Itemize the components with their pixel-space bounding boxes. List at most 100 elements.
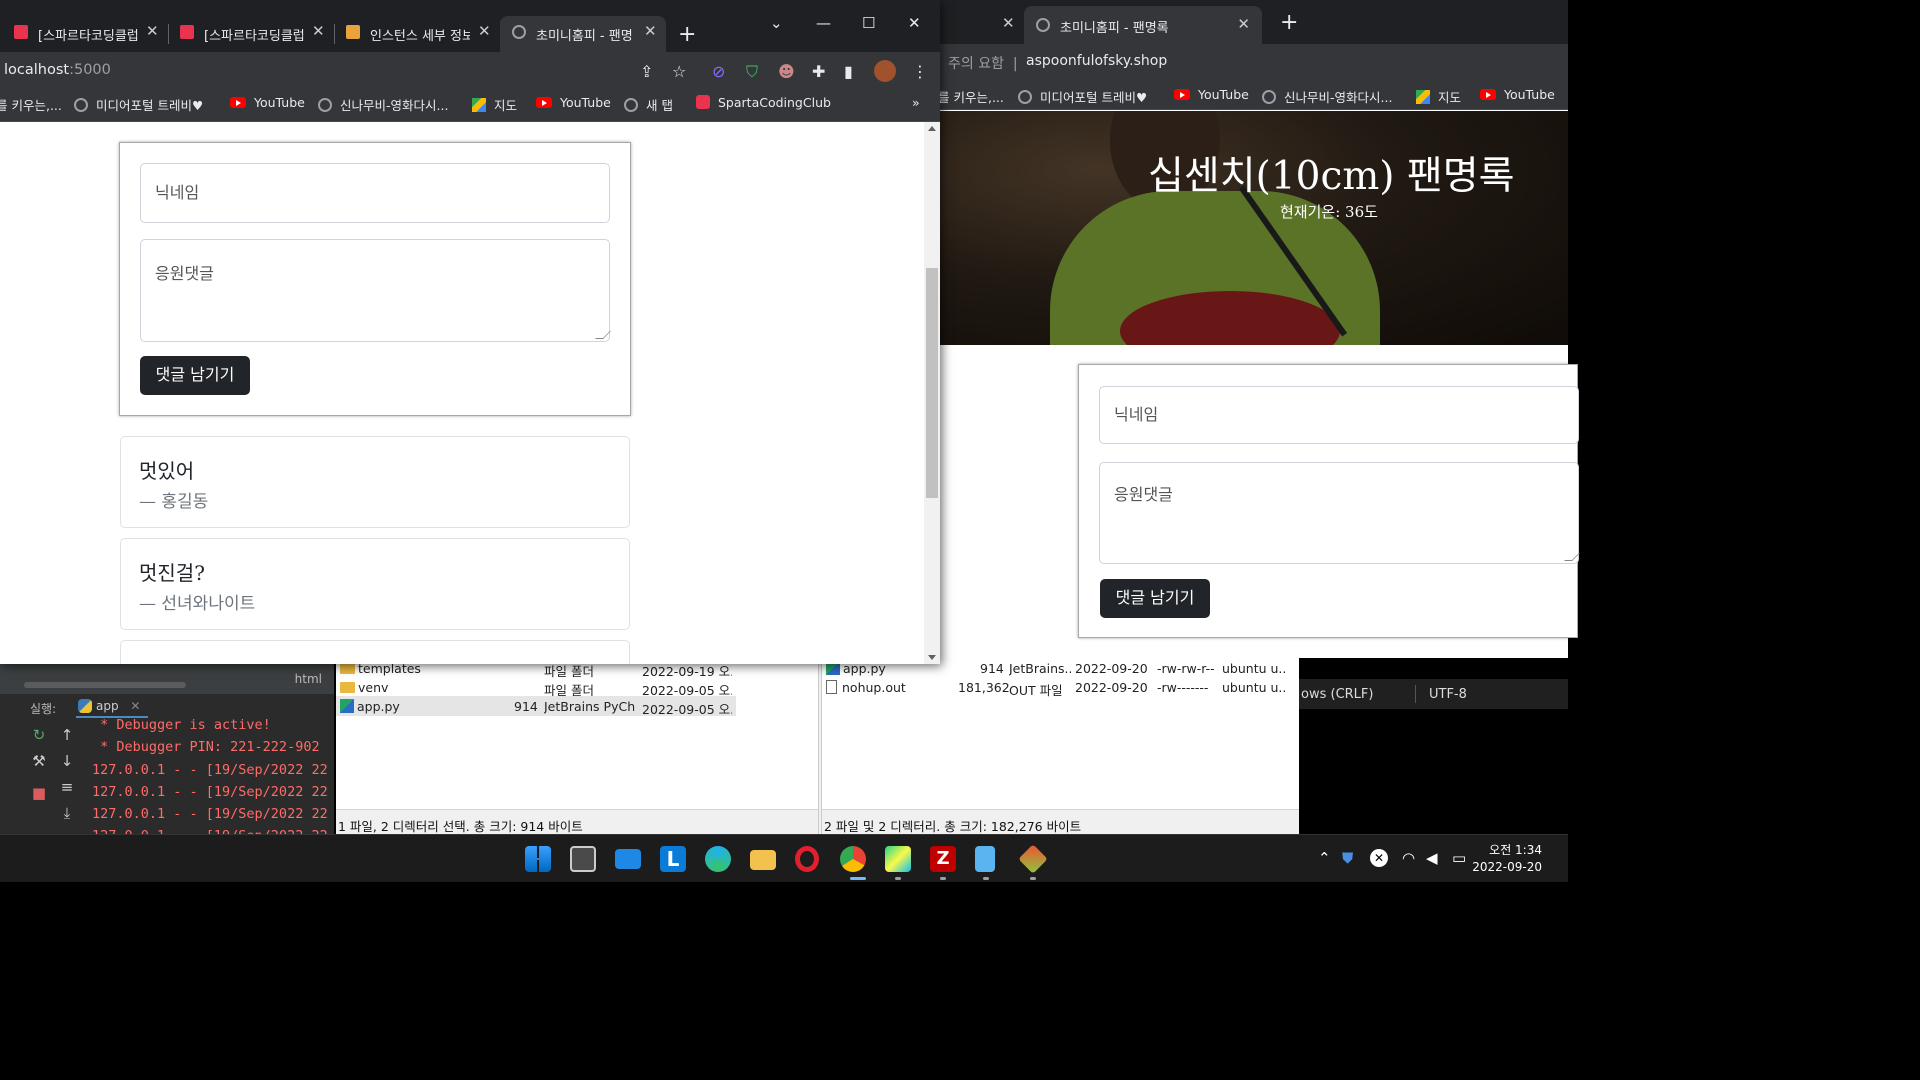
comment-card: 멋진걸? — 선녀와나이트 (120, 538, 630, 630)
edge-icon[interactable] (705, 846, 731, 872)
remote-file-row[interactable]: nohup.out 181,362 OUT 파일 2022-09-20... -… (822, 677, 1299, 698)
close-window-icon[interactable]: ✕ (908, 14, 921, 32)
speaker-icon[interactable]: ◀ (1426, 849, 1438, 867)
nickname-input[interactable]: 닉네임 (1099, 386, 1579, 444)
close-tab-icon[interactable]: ✕ (1237, 15, 1250, 33)
file-name: nohup.out (842, 680, 906, 695)
minimize-icon[interactable]: — (816, 14, 831, 32)
file-row[interactable]: venv 파일 폴더 2022-09-05 오... (336, 677, 819, 698)
taskbar-clock[interactable]: 오전 1:34 2022-09-20 (1472, 842, 1542, 876)
arrow-up-icon[interactable]: ↑ (58, 726, 76, 744)
more-menu-icon[interactable]: ⋮ (912, 62, 928, 81)
bookmark-item[interactable]: YouTube (1174, 87, 1249, 102)
tab-instance-details[interactable]: 인스턴스 세부 정보 ✕ (338, 16, 498, 52)
extensions-puzzle-icon[interactable]: ✚ (812, 62, 825, 81)
tab-fan-guestbook[interactable]: 초미니홈피 - 팬명록 ✕ (1024, 6, 1262, 44)
bookmark-item[interactable]: 미디어포털 트레비♥ (1018, 87, 1147, 106)
bookmark-item[interactable]: 지도 (472, 95, 517, 114)
close-tab-icon[interactable]: ✕ (644, 22, 657, 40)
right-address-bar[interactable]: 주의 요함 | aspoonfulofsky.shop (940, 44, 1568, 80)
url-text[interactable]: aspoonfulofsky.shop (1026, 53, 1167, 69)
widgets-icon[interactable] (570, 846, 596, 872)
scroll-down-arrow-icon[interactable] (928, 655, 936, 660)
new-tab-icon[interactable]: + (1280, 10, 1298, 35)
pycharm-horizontal-scrollbar[interactable] (24, 682, 186, 688)
file-explorer-icon[interactable] (750, 850, 776, 870)
bookmark-item[interactable]: 지도 (1416, 87, 1461, 106)
comment-textarea[interactable]: 응원댓글 (1099, 462, 1580, 564)
bookmark-item[interactable]: 신나무비-영화다시... (1262, 87, 1392, 106)
extension-face-icon[interactable]: ☻ (778, 62, 795, 81)
security-shield-icon[interactable]: ⛊ (1342, 849, 1353, 867)
wifi-icon[interactable]: ◠ (1402, 849, 1415, 867)
close-circle-icon[interactable]: ✕ (1370, 849, 1388, 867)
stop-icon[interactable]: ■ (30, 784, 48, 802)
bookmark-item[interactable]: 신나무비-영화다시... (318, 95, 448, 114)
tab-sparta-2[interactable]: [스파르타코딩클럽 ✕ (172, 16, 332, 52)
left-address-bar[interactable]: localhost:5000 ⇪ ☆ ⊘ ⛉ ☻ ✚ ▮ ⋮ (0, 52, 940, 90)
filezilla-icon[interactable]: Z (930, 846, 956, 872)
l-app-icon[interactable]: L (660, 846, 686, 872)
rerun-icon[interactable]: ↻ (30, 726, 48, 744)
tab-sparta-1[interactable]: [스파르타코딩클럽 ✕ (6, 16, 166, 52)
new-tab-icon[interactable]: + (678, 22, 696, 47)
bookmark-item[interactable]: 새 탭 (624, 95, 673, 114)
tray-chevron-up-icon[interactable]: ⌃ (1318, 849, 1331, 867)
tab-search-chevron-icon[interactable]: ⌄ (770, 14, 783, 32)
mail-icon[interactable] (615, 849, 641, 869)
bookmark-item[interactable]: YouTube (230, 95, 305, 110)
opera-icon[interactable] (795, 846, 819, 872)
globe-icon (318, 98, 332, 112)
pycharm-icon[interactable] (885, 846, 911, 872)
page-scrollbar[interactable] (924, 122, 940, 664)
remote-status-bar: 2 파일 및 2 디렉터리. 총 크기: 182,276 바이트 (822, 809, 1299, 835)
side-panel-icon[interactable]: ▮ (844, 62, 853, 81)
submit-comment-button[interactable]: 댓글 남기기 (1100, 579, 1210, 618)
bookmark-item[interactable]: 를 키우는,... (0, 95, 62, 114)
start-icon[interactable] (525, 846, 551, 872)
soft-wrap-icon[interactable]: ≡ (58, 778, 76, 796)
scroll-up-arrow-icon[interactable] (928, 126, 936, 131)
tab-title: 초미니홈피 - 팬명 (536, 29, 633, 44)
resize-handle-icon[interactable] (595, 331, 611, 339)
notepad-status-bar: ows (CRLF) UTF-8 (1299, 679, 1568, 709)
bookmark-item[interactable]: YouTube (1480, 87, 1555, 102)
chrome-icon[interactable] (840, 846, 866, 872)
bookmark-label: 신나무비-영화다시... (1284, 90, 1393, 105)
comment-textarea[interactable]: 응원댓글 (140, 239, 611, 342)
battery-icon[interactable]: ▭ (1452, 849, 1466, 867)
bookmark-star-icon[interactable]: ☆ (672, 62, 686, 81)
notepad-icon[interactable] (975, 846, 995, 872)
profile-avatar[interactable] (874, 60, 896, 82)
bookmark-item[interactable]: 를 키우는,... (938, 87, 1004, 106)
maximize-icon[interactable]: ☐ (862, 14, 875, 32)
scroll-to-end-icon[interactable]: ⤓ (58, 804, 76, 822)
resize-handle-icon[interactable] (1564, 553, 1580, 561)
close-icon[interactable]: ✕ (130, 699, 140, 713)
bookmark-item[interactable]: YouTube (536, 95, 611, 110)
right-browser-window: ✕ 초미니홈피 - 팬명록 ✕ + 주의 요함 | aspoonfulofsky… (938, 0, 1580, 658)
submit-comment-button[interactable]: 댓글 남기기 (140, 356, 250, 395)
bookmarks-overflow-button[interactable]: » (912, 95, 920, 110)
wrench-icon[interactable]: ⚒ (30, 752, 48, 770)
tab-fan-guestbook-active[interactable]: 초미니홈피 - 팬명 ✕ (500, 16, 666, 52)
url-text[interactable]: localhost:5000 (4, 62, 111, 78)
bookmark-item[interactable]: SpartaCodingClub (696, 95, 831, 110)
bookmark-item[interactable]: 미디어포털 트레비♥ (74, 95, 203, 114)
shield-extension-icon[interactable]: ⛉ (746, 62, 758, 82)
close-tab-icon[interactable]: ✕ (478, 22, 491, 40)
blocker-extension-icon[interactable]: ⊘ (712, 62, 725, 81)
close-tab-icon[interactable]: ✕ (1002, 14, 1015, 32)
scrollbar-thumb[interactable] (926, 268, 938, 498)
git-icon[interactable] (1018, 844, 1048, 874)
security-warning[interactable]: 주의 요함 | (948, 53, 1018, 73)
close-tab-icon[interactable]: ✕ (146, 22, 159, 40)
nickname-input[interactable]: 닉네임 (140, 163, 610, 223)
close-tab-icon[interactable]: ✕ (312, 22, 325, 40)
file-row-selected[interactable]: app.py 914 JetBrains PyCh... 2022-09-05 … (336, 696, 736, 717)
console-line: 127.0.0.1 - - [19/Sep/2022 22 (92, 761, 328, 778)
arrow-down-icon[interactable]: ↓ (58, 752, 76, 770)
left-bookmarks-bar: 를 키우는,... 미디어포털 트레비♥ YouTube 신나무비-영화다시..… (0, 90, 940, 122)
share-icon[interactable]: ⇪ (640, 62, 653, 81)
pycharm-html-tab[interactable]: html (295, 672, 322, 686)
